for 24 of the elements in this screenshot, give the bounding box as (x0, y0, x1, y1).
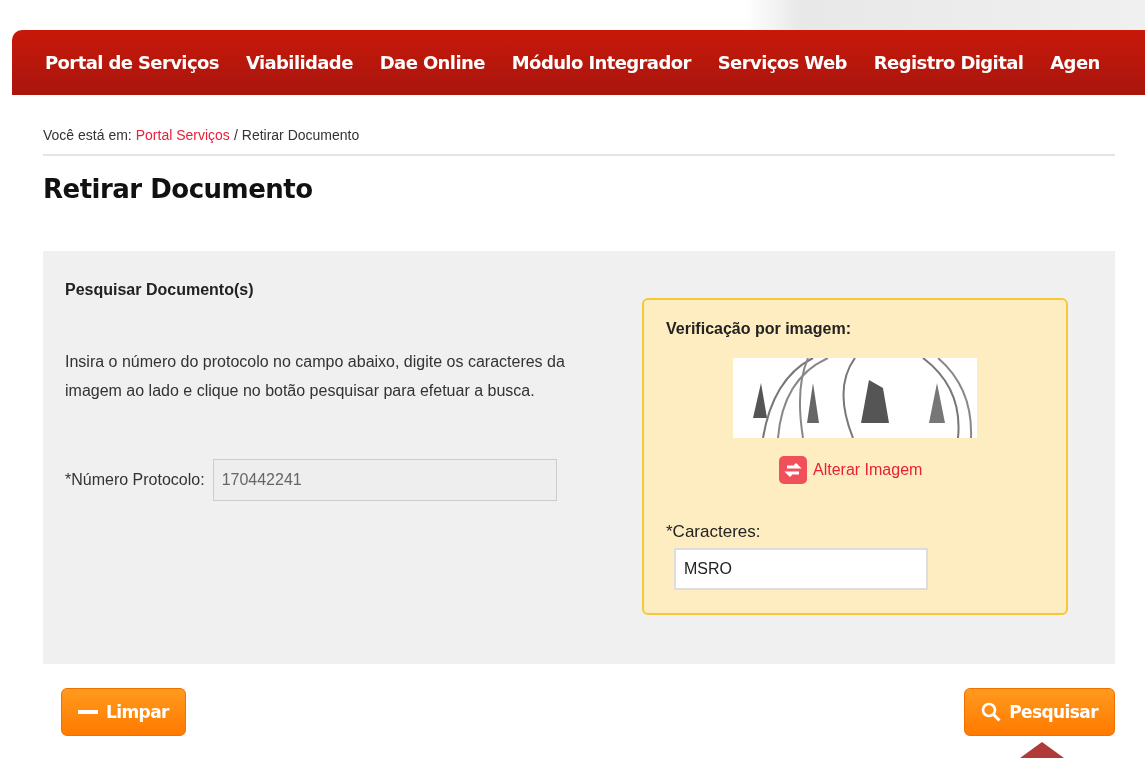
nav-link[interactable]: Viabilidade (245, 52, 353, 73)
section-heading: Pesquisar Documento(s) (65, 281, 255, 299)
refresh-icon[interactable] (779, 456, 807, 484)
change-image-link[interactable]: Alterar Imagem (813, 461, 923, 479)
minus-icon (78, 710, 98, 714)
breadcrumb-link[interactable]: Portal Serviços (135, 127, 230, 143)
characters-label: *Caracteres: (666, 522, 762, 542)
nav-link[interactable]: Portal de Serviços (45, 52, 219, 73)
pointer-icon (1020, 742, 1064, 758)
nav-link[interactable]: Registro Digital (873, 52, 1024, 73)
nav-link[interactable]: Dae Online (379, 52, 485, 73)
characters-field[interactable]: MSRO (674, 548, 928, 590)
page-title: Retirar Documento (43, 174, 314, 204)
breadcrumb-separator: / (233, 127, 238, 143)
instructions-text: Insira o número do protocolo no campo abaixo, digite os caracteres da imagem ao lado e clique no botão pesquisar para efetuar a busca. (65, 352, 566, 401)
nav-link[interactable]: Módulo Integrador (511, 52, 691, 73)
captcha-heading: Verificação por imagem: (666, 320, 852, 338)
search-icon (981, 702, 1002, 722)
breadcrumb-label: Você está em: (43, 127, 132, 143)
nav-link[interactable]: Serviços Web (717, 52, 847, 73)
breadcrumb-current: Retirar Documento (241, 127, 360, 143)
nav-link[interactable]: Agen (1050, 52, 1100, 73)
protocol-field[interactable]: 170442241 (212, 459, 557, 501)
protocol-label: *Número Protocolo: (65, 471, 205, 489)
